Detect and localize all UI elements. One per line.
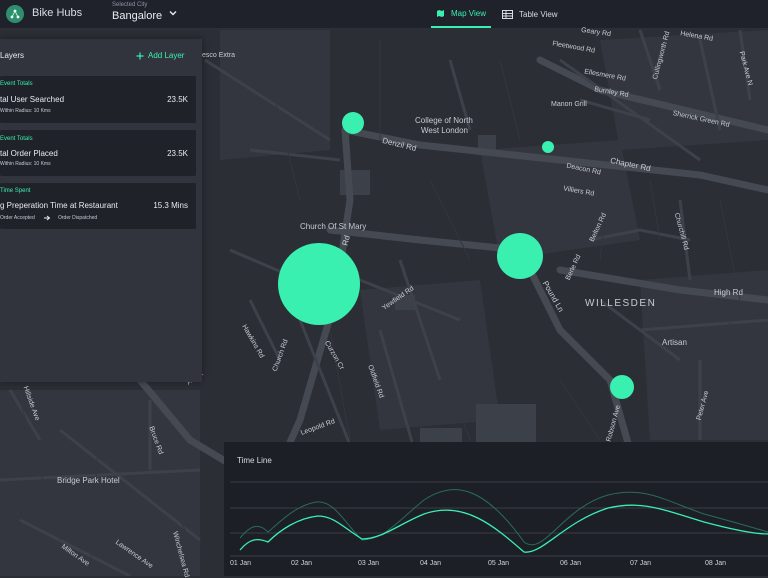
- card-value: 15.3 Mins: [153, 201, 188, 210]
- card-category: Event Totals: [0, 81, 33, 87]
- hub-marker-5[interactable]: [610, 375, 634, 399]
- map-label: High Rd: [714, 288, 743, 297]
- app-logo-icon[interactable]: [6, 5, 24, 23]
- tab-map-view[interactable]: Map View: [431, 0, 491, 28]
- tab-table-label: Table View: [519, 9, 558, 19]
- map-label: West London: [421, 126, 468, 135]
- card-title: tal User Searched: [0, 95, 65, 104]
- map-label: Manon Grill: [551, 101, 587, 108]
- map-icon: [437, 9, 444, 17]
- card-subtitle: Within Radius: 10 Kms: [0, 161, 51, 167]
- timeline-x-label: 05 Jan: [488, 560, 510, 567]
- map-label: Church Of St Mary: [300, 222, 367, 231]
- chevron-down-icon[interactable]: [168, 8, 178, 18]
- timeline-x-label: 08 Jan: [705, 560, 727, 567]
- layer-card-prep-time[interactable]: Time Spent g Preperation Time at Restaur…: [0, 183, 196, 229]
- map-label: esco Extra: [202, 52, 236, 59]
- tab-table-view[interactable]: Table View: [502, 0, 558, 28]
- timeline-x-label: 07 Jan: [630, 560, 652, 567]
- hub-marker-3[interactable]: [278, 243, 360, 325]
- hub-marker-4[interactable]: [497, 233, 543, 279]
- layer-card-user-searched[interactable]: Event Totals tal User Searched 23.5K Wit…: [0, 76, 196, 123]
- timeline-x-label: 06 Jan: [560, 560, 582, 567]
- timeline-x-label: 02 Jan: [291, 560, 313, 567]
- timeline-x-label: 03 Jan: [358, 560, 380, 567]
- city-selector[interactable]: Bangalore: [112, 10, 162, 22]
- add-layer-label: Add Layer: [148, 51, 185, 60]
- map-label: Bridge Park Hotel: [57, 476, 120, 485]
- card-subtitle-from: Order Accepted: [0, 215, 35, 221]
- app-title: Bike Hubs: [32, 7, 83, 19]
- map-label: College of North: [415, 116, 473, 125]
- tab-map-label: Map View: [451, 8, 486, 18]
- top-bar: Bike Hubs Selected City Bangalore Map Vi…: [0, 0, 768, 29]
- layer-card-order-placed[interactable]: Event Totals tal Order Placed 23.5K With…: [0, 130, 196, 176]
- timeline-x-label: 04 Jan: [420, 560, 442, 567]
- hub-marker-2[interactable]: [542, 141, 554, 153]
- arrow-right-icon: [44, 215, 51, 221]
- city-label: Selected City: [112, 2, 148, 8]
- plus-icon: [136, 52, 144, 59]
- card-value: 23.5K: [167, 95, 188, 104]
- add-layer-button[interactable]: Add Layer: [136, 51, 184, 60]
- timeline-x-label: 01 Jan: [230, 560, 252, 567]
- card-category: Time Spent: [0, 188, 31, 194]
- card-subtitle: Within Radius: 10 Kms: [0, 108, 51, 114]
- layers-panel-title: Layers: [0, 51, 25, 60]
- map-label: WILLESDEN: [585, 298, 657, 309]
- map-label: Artisan: [662, 338, 687, 347]
- timeline-chart[interactable]: [224, 442, 768, 576]
- card-subtitle-to: Order Dispatched: [58, 215, 98, 221]
- card-title: g Preperation Time at Restaurant: [0, 201, 118, 210]
- timeline-panel: Time Line 01 Jan 02 Jan 03 Jan 04 Jan 05…: [224, 442, 768, 576]
- card-title: tal Order Placed: [0, 149, 58, 158]
- card-category: Event Totals: [0, 136, 33, 142]
- hub-marker-1[interactable]: [342, 112, 364, 134]
- card-value: 23.5K: [167, 149, 188, 158]
- table-icon: [502, 9, 513, 19]
